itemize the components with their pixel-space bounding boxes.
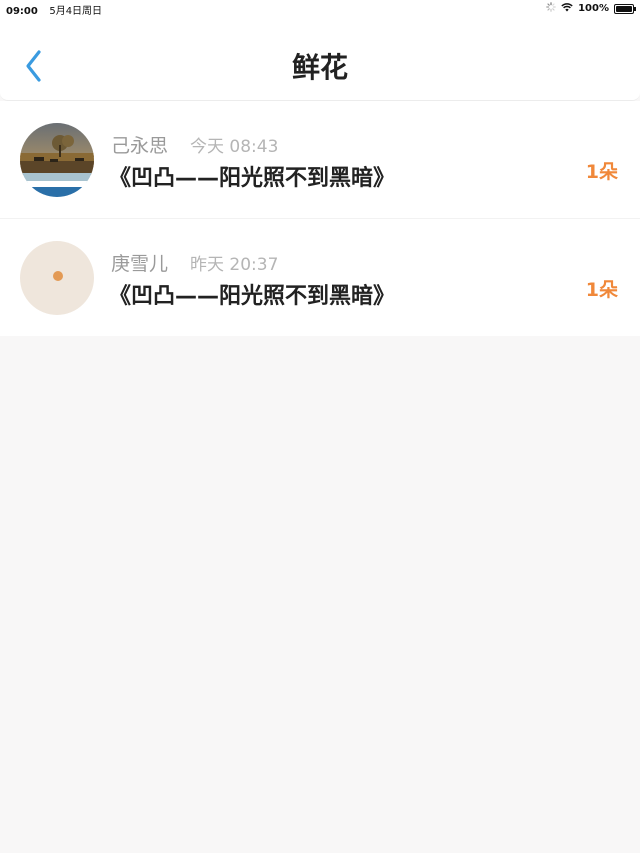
flower-list: 己永思 今天 08:43 《凹凸——阳光照不到黑暗》 1朵 庚雪儿 昨天 20:… [0, 101, 640, 336]
battery-percent: 100% [578, 3, 609, 14]
send-time: 昨天 20:37 [190, 255, 279, 275]
status-bar: 09:00 5月4日周日 100% [0, 0, 640, 17]
send-time: 今天 08:43 [190, 137, 279, 157]
list-item[interactable]: 己永思 今天 08:43 《凹凸——阳光照不到黑暗》 1朵 [0, 101, 640, 218]
sender-name: 己永思 [111, 135, 169, 157]
avatar[interactable] [20, 123, 94, 197]
loading-icon [546, 2, 556, 15]
work-title: 《凹凸——阳光照不到黑暗》 [109, 166, 396, 191]
battery-icon [614, 3, 636, 14]
status-right: 100% [546, 2, 636, 15]
avatar[interactable] [20, 241, 94, 315]
flower-count: 1朵 [585, 279, 618, 301]
work-title: 《凹凸——阳光照不到黑暗》 [109, 284, 396, 309]
page-title: 鲜花 [291, 51, 348, 84]
navigation-bar: 鲜花 [0, 16, 640, 101]
list-item[interactable]: 庚雪儿 昨天 20:37 《凹凸——阳光照不到黑暗》 1朵 [0, 218, 640, 336]
wifi-icon [561, 2, 573, 15]
flower-count: 1朵 [585, 161, 618, 183]
status-left: 09:00 5月4日周日 [6, 2, 102, 17]
sender-name: 庚雪儿 [111, 253, 169, 275]
